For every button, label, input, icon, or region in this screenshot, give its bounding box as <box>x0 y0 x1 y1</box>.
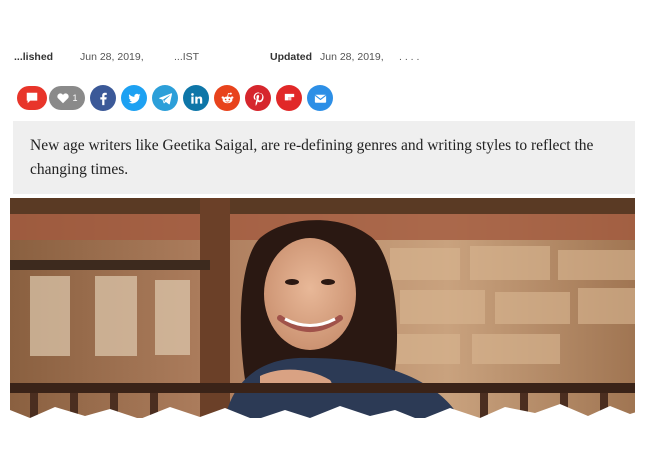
share-twitter-button[interactable] <box>121 85 147 111</box>
reddit-icon <box>221 92 233 103</box>
twitter-icon <box>127 93 141 103</box>
share-email-button[interactable] <box>307 85 333 111</box>
share-linkedin-button[interactable] <box>183 85 209 111</box>
share-pinterest-button[interactable] <box>245 85 271 111</box>
telegram-icon <box>158 92 172 104</box>
share-flipboard-button[interactable] <box>276 85 302 111</box>
article-summary: New age writers like Geetika Saigal, are… <box>13 121 635 194</box>
share-telegram-button[interactable] <box>152 85 178 111</box>
summary-text: New age writers like Geetika Saigal, are… <box>30 137 594 178</box>
linkedin-icon <box>190 92 202 104</box>
heart-icon <box>57 93 70 104</box>
facebook-icon <box>99 92 107 105</box>
pinterest-icon <box>253 91 264 106</box>
like-count: 1 <box>72 93 78 103</box>
flipboard-icon <box>284 93 294 100</box>
share-reddit-button[interactable] <box>214 85 240 111</box>
article-photo <box>10 198 635 418</box>
comment-button[interactable] <box>17 86 47 110</box>
comment-icon <box>26 92 38 104</box>
share-facebook-button[interactable] <box>90 85 116 111</box>
writer-portrait-image <box>10 198 635 418</box>
email-icon <box>314 94 326 103</box>
like-button[interactable]: 1 <box>49 86 85 110</box>
torn-edge-top <box>0 30 649 45</box>
torn-edge-bottom <box>0 404 649 452</box>
share-bar: 1 <box>17 85 347 111</box>
